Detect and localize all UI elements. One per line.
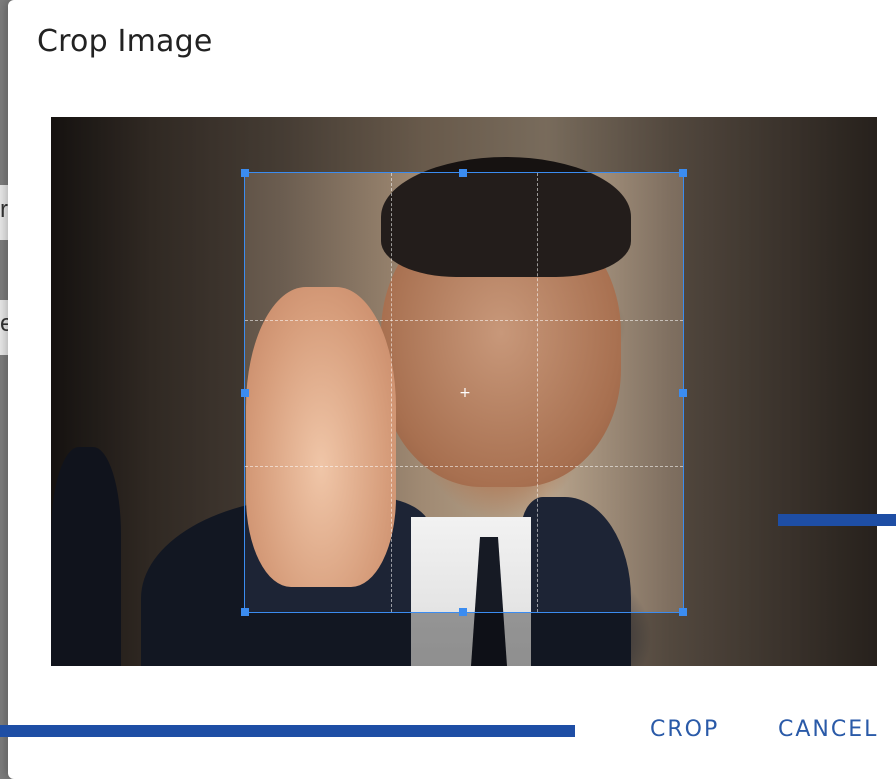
crop-selection-box[interactable]: + [241, 169, 687, 616]
crop-guide-line [245, 466, 683, 467]
crop-guide-line [245, 320, 683, 321]
crop-center-icon: + [459, 385, 471, 401]
crop-handle-right[interactable] [679, 389, 687, 397]
crop-handle-top[interactable] [459, 169, 467, 177]
crop-handle-bottom-right[interactable] [679, 608, 687, 616]
crop-handle-bottom[interactable] [459, 608, 467, 616]
crop-handle-top-right[interactable] [679, 169, 687, 177]
decorative-bar [778, 514, 896, 526]
cancel-button[interactable]: CANCEL [778, 717, 878, 742]
crop-guide-line [391, 173, 392, 612]
background-text: r [0, 196, 8, 223]
crop-button[interactable]: CROP [650, 717, 719, 742]
crop-handle-left[interactable] [241, 389, 249, 397]
crop-handle-bottom-left[interactable] [241, 608, 249, 616]
crop-image-canvas[interactable]: + [51, 117, 877, 666]
decorative-bar [0, 725, 575, 737]
crop-handle-top-left[interactable] [241, 169, 249, 177]
crop-guide-line [537, 173, 538, 612]
crop-image-dialog: Crop Image + CROP CANCEL [0, 0, 896, 779]
dialog-title: Crop Image [37, 24, 213, 59]
